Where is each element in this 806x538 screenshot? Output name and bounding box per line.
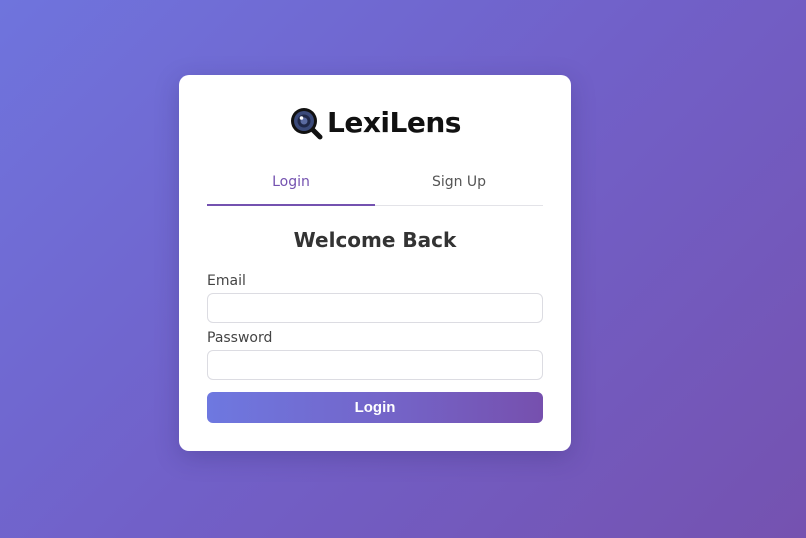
brand-name: LexiLens [327, 106, 461, 139]
login-button[interactable]: Login [207, 392, 543, 423]
email-field[interactable] [207, 293, 543, 323]
tab-login[interactable]: Login [207, 169, 375, 206]
login-card: LexiLens Login Sign Up Welcome Back Emai… [179, 75, 571, 451]
password-field[interactable] [207, 350, 543, 380]
form-heading: Welcome Back [293, 228, 457, 252]
email-label: Email [207, 273, 246, 289]
tab-sign-up[interactable]: Sign Up [375, 169, 543, 205]
magnifier-eye-icon [289, 106, 323, 140]
auth-tabs: Login Sign Up [207, 169, 543, 206]
brand-logo: LexiLens [289, 104, 461, 142]
password-label: Password [207, 330, 273, 346]
